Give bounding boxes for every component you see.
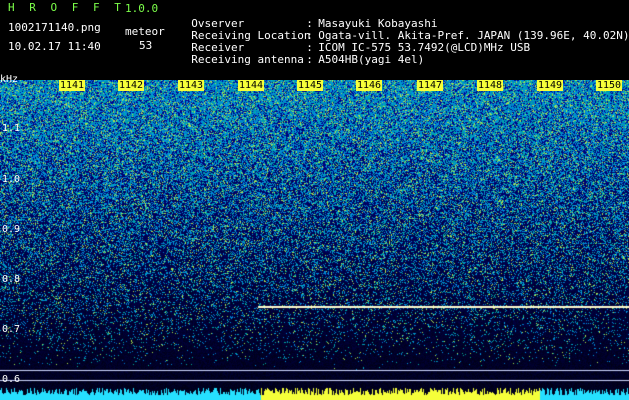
time-tick-label: 1148 bbox=[477, 80, 504, 91]
y-axis-label: 0.7 bbox=[2, 324, 21, 335]
time-tick-label: 1150 bbox=[596, 80, 623, 91]
y-axis-label: 1.0 bbox=[2, 174, 21, 185]
info-value: A504HB(yagi 4el) bbox=[318, 53, 425, 66]
y-axis-label: 0.6 bbox=[2, 374, 21, 385]
time-tick-label: 1144 bbox=[238, 80, 265, 91]
app-title: H R O F F T bbox=[8, 1, 125, 14]
spectrogram-canvas[interactable] bbox=[0, 80, 629, 400]
info-row-antenna: Receiving antenna: A504HB(yagi 4el) bbox=[178, 42, 424, 66]
image-filename: 1002171140.png bbox=[8, 21, 101, 34]
time-tick-label: 1142 bbox=[118, 80, 145, 91]
time-tick-label: 1141 bbox=[59, 80, 86, 91]
info-sep: : bbox=[306, 53, 313, 66]
meteor-label: meteor bbox=[125, 25, 165, 38]
y-axis-label: 0.9 bbox=[2, 224, 21, 235]
app-version: 1.0.0 bbox=[125, 2, 159, 15]
frequency-unit-label: kHz bbox=[0, 74, 19, 85]
time-tick-label: 1146 bbox=[356, 80, 383, 91]
capture-timestamp: 10.02.17 11:40 bbox=[8, 40, 101, 53]
time-tick-label: 1145 bbox=[297, 80, 324, 91]
y-axis-label: 0.8 bbox=[2, 274, 21, 285]
time-tick-label: 1149 bbox=[537, 80, 564, 91]
y-axis-label: 1.1 bbox=[2, 123, 21, 134]
time-tick-label: 1143 bbox=[178, 80, 205, 91]
time-tick-label: 1147 bbox=[417, 80, 444, 91]
info-key: Receiving antenna bbox=[191, 53, 304, 66]
meteor-count: 53 bbox=[139, 39, 153, 52]
